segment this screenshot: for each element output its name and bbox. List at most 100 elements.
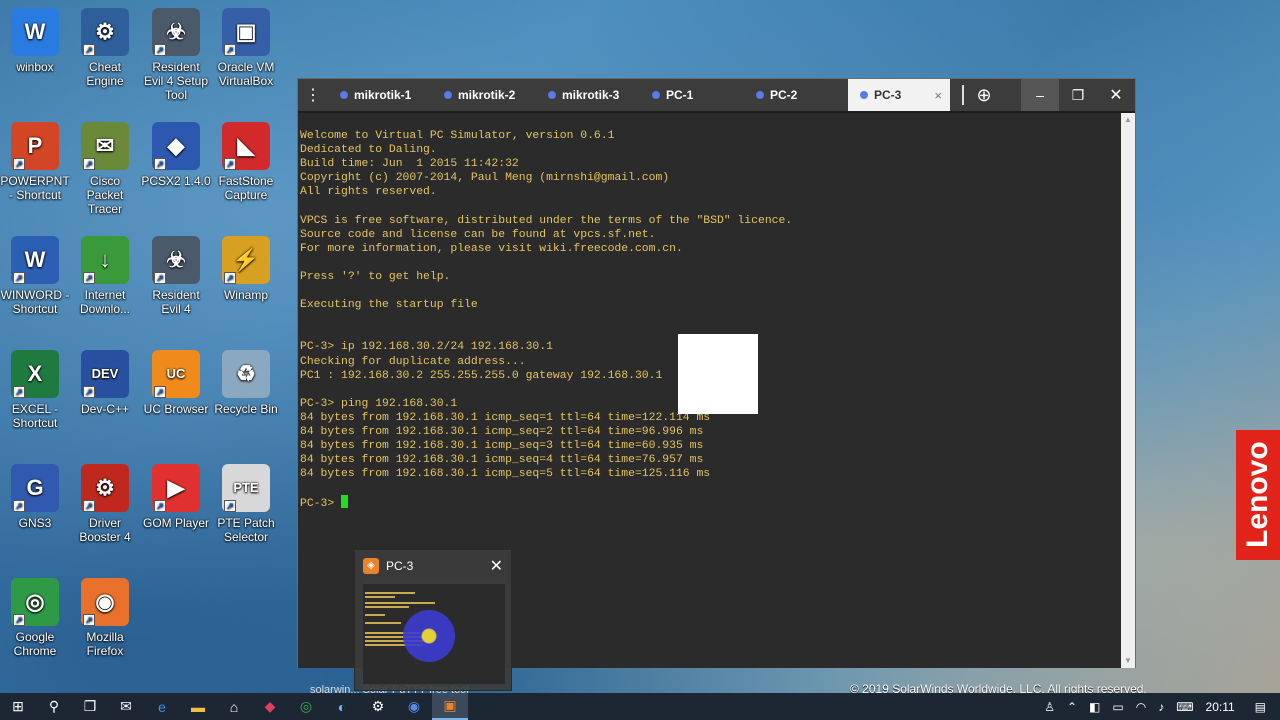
desktop-icon[interactable]: Wwinbox — [0, 8, 70, 74]
status-dot-icon — [340, 91, 348, 99]
people-icon[interactable]: ♙ — [1038, 700, 1061, 714]
shortcut-arrow-icon: ↗ — [13, 614, 25, 626]
desktop-icon-label: Winamp — [223, 288, 268, 302]
volume-icon[interactable]: ♪ — [1152, 700, 1170, 714]
tab-mikrotik-2[interactable]: mikrotik-2 — [432, 79, 536, 111]
desktop-icon[interactable]: ▣ ↗ Oracle VM VirtualBox — [211, 8, 281, 88]
system-tray: ♙ ⌃ ◧ ▭ ◠ ♪ ⌨ 20:11 ▤ — [1038, 693, 1280, 720]
desktop-icon-label: Resident Evil 4 — [152, 288, 200, 316]
task-view-icon[interactable]: ❐ — [72, 693, 108, 720]
desktop-icon[interactable]: ▶ ↗ GOM Player — [141, 464, 211, 530]
terminal-cursor — [341, 495, 349, 509]
clock[interactable]: 20:11 — [1200, 700, 1241, 714]
preview-thumbnail[interactable] — [363, 580, 505, 684]
status-dot-icon — [548, 91, 556, 99]
desktop-icon-label: PCSX2 1.4.0 — [141, 174, 211, 188]
desktop-icon-label: UC Browser — [143, 402, 209, 416]
desktop-icon-label: Internet Downlo... — [79, 288, 131, 316]
desktop-icon[interactable]: PTE ↗ PTE Patch Selector — [211, 464, 281, 544]
desktop-icon-label: winbox — [16, 60, 54, 74]
desktop-icon[interactable]: ✉ ↗ Cisco Packet Tracer — [70, 122, 140, 216]
terminal-prompt: PC-3> — [300, 498, 342, 511]
preview-title-text: PC-3 — [386, 559, 414, 573]
desktop-icon[interactable]: DEV ↗ Dev-C++ — [70, 350, 140, 416]
app-icon: ♻ — [222, 350, 270, 398]
maximize-button[interactable]: ❐ — [1059, 79, 1097, 111]
desktop-icon[interactable]: ⚙ ↗ Driver Booster 4 — [70, 464, 140, 544]
desktop-icon[interactable]: ◎ ↗ Google Chrome — [0, 578, 70, 658]
network-icon[interactable]: ◧ — [1083, 700, 1106, 714]
gns3-icon[interactable]: ◉ — [396, 693, 432, 720]
scroll-down-icon[interactable]: ▼ — [1121, 654, 1135, 668]
app-icon: DEV ↗ — [81, 350, 129, 398]
notification-icon[interactable]: ▤ — [1241, 700, 1280, 714]
language-icon[interactable]: ⌨ — [1170, 700, 1199, 714]
search-icon[interactable]: ⚲ — [36, 693, 72, 720]
app-icon[interactable]: ◆ — [252, 693, 288, 720]
menu-icon[interactable]: ⋮ — [298, 85, 328, 105]
desktop-icon[interactable]: P ↗ POWERPNT - Shortcut — [0, 122, 70, 202]
desktop-icon[interactable]: ◉ ↗ Mozilla Firefox — [70, 578, 140, 658]
start-icon[interactable]: ⊞ — [0, 693, 36, 720]
desktop-icon[interactable]: ↓ ↗ Internet Downlo... — [70, 236, 140, 316]
edge-icon[interactable]: e — [144, 693, 180, 720]
desktop-icon-label: Oracle VM VirtualBox — [217, 60, 275, 88]
shortcut-arrow-icon: ↗ — [13, 500, 25, 512]
app-icon: G ↗ — [11, 464, 59, 512]
app-icon: ⚙ ↗ — [81, 8, 129, 56]
app-icon: ⚙ ↗ — [81, 464, 129, 512]
store-icon[interactable]: ⌂ — [216, 693, 252, 720]
desktop-icon[interactable]: ☣ ↗ Resident Evil 4 Setup Tool — [141, 8, 211, 102]
wifi-icon[interactable]: ◠ — [1130, 700, 1152, 714]
settings-icon[interactable]: ⚙ — [360, 693, 396, 720]
winbox-icon[interactable]: ◐ — [324, 693, 360, 720]
terminal-scrollbar[interactable]: ▲ ▼ — [1121, 113, 1135, 668]
tab-pc-3[interactable]: PC-3 × — [848, 79, 950, 111]
chrome-icon[interactable]: ◎ — [288, 693, 324, 720]
desktop-icon[interactable]: W ↗ WINWORD - Shortcut — [0, 236, 70, 316]
tab-mikrotik-1[interactable]: mikrotik-1 — [328, 79, 432, 111]
shortcut-arrow-icon: ↗ — [83, 158, 95, 170]
taskbar-preview[interactable]: ◈ PC-3 ✕ — [354, 549, 512, 691]
tab-mikrotik-3[interactable]: mikrotik-3 — [536, 79, 640, 111]
shortcut-arrow-icon: ↗ — [13, 158, 25, 170]
app-icon: ↓ ↗ — [81, 236, 129, 284]
shortcut-arrow-icon: ↗ — [13, 272, 25, 284]
desktop-icon[interactable]: ♻ Recycle Bin — [211, 350, 281, 416]
file-explorer-icon[interactable]: ▬ — [180, 693, 216, 720]
shortcut-arrow-icon: ↗ — [224, 500, 236, 512]
desktop-icon[interactable]: ⚙ ↗ Cheat Engine — [70, 8, 140, 88]
mail-icon[interactable]: ✉ — [108, 693, 144, 720]
close-button[interactable]: ✕ — [1097, 79, 1135, 111]
add-session-icon[interactable]: ⊕ — [972, 85, 996, 106]
shortcut-arrow-icon: ↗ — [224, 44, 236, 56]
desktop-icon-label: FastStone Capture — [218, 174, 274, 202]
desktop-icon-label: Cheat Engine — [86, 60, 124, 88]
minimize-button[interactable]: – — [1021, 79, 1059, 111]
scroll-up-icon[interactable]: ▲ — [1121, 113, 1135, 127]
desktop-icon[interactable]: G ↗ GNS3 — [0, 464, 70, 530]
solar-putty-taskbar-icon[interactable]: ▣ — [432, 693, 468, 720]
overlay-box — [678, 334, 758, 414]
desktop-icon[interactable]: ⚡ ↗ Winamp — [211, 236, 281, 302]
preview-close-icon[interactable]: ✕ — [490, 556, 503, 576]
tab-pc-1[interactable]: PC-1 — [640, 79, 744, 111]
desktop-icon[interactable]: ◣ ↗ FastStone Capture — [211, 122, 281, 202]
desktop-icon[interactable]: X ↗ EXCEL - Shortcut — [0, 350, 70, 430]
shortcut-arrow-icon: ↗ — [83, 614, 95, 626]
desktop-icon-label: Resident Evil 4 Setup Tool — [143, 60, 209, 102]
desktop-icon[interactable]: UC ↗ UC Browser — [141, 350, 211, 416]
desktop-icon-label: Dev-C++ — [80, 402, 130, 416]
chevron-up-icon[interactable]: ⌃ — [1061, 700, 1083, 714]
shortcut-arrow-icon: ↗ — [83, 272, 95, 284]
desktop-icon-label: GNS3 — [18, 516, 52, 530]
tab-pc-2[interactable]: PC-2 — [744, 79, 848, 111]
battery-icon[interactable]: ▭ — [1106, 700, 1129, 714]
tab-close-icon[interactable]: × — [934, 88, 942, 103]
desktop-icon[interactable]: ☣ ↗ Resident Evil 4 — [141, 236, 211, 316]
desktop-icon-label: Cisco Packet Tracer — [86, 174, 124, 216]
desktop-icon[interactable]: ◆ ↗ PCSX2 1.4.0 — [141, 122, 211, 188]
app-icon: W ↗ — [11, 236, 59, 284]
shortcut-arrow-icon: ↗ — [154, 272, 166, 284]
taskbar: ⊞ ⚲ ❐ ✉ e ▬ ⌂ ◆ ◎ ◐ ⚙ ◉ ▣ ♙ ⌃ ◧ ▭ ◠ ♪ ⌨ … — [0, 693, 1280, 720]
